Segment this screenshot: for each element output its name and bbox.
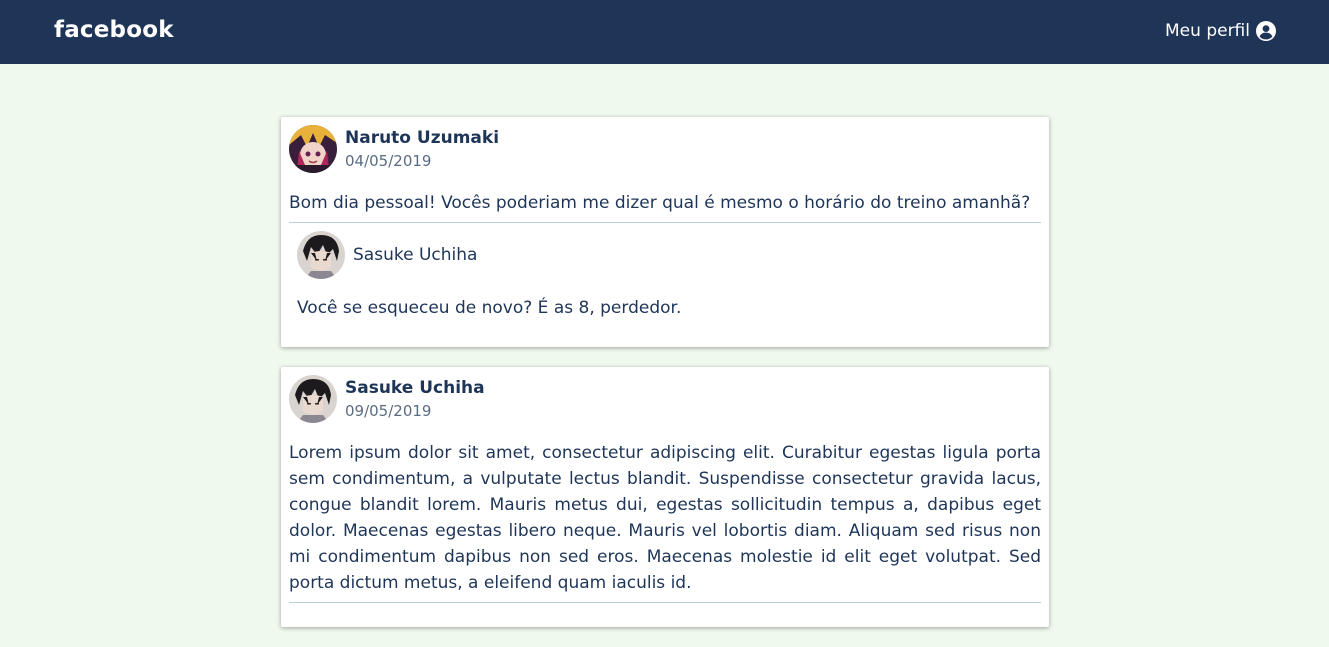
comment: Sasuke Uchiha Você se esqueceu de novo? … — [289, 223, 1041, 320]
author-info: Sasuke Uchiha 09/05/2019 — [345, 376, 485, 422]
author-name[interactable]: Naruto Uzumaki — [345, 126, 499, 150]
profile-label: Meu perfil — [1165, 21, 1250, 41]
comment-author-avatar[interactable] — [297, 231, 345, 279]
post-text: Lorem ipsum dolor sit amet, consectetur … — [289, 440, 1041, 603]
post-card: Naruto Uzumaki 04/05/2019 Bom dia pessoa… — [281, 117, 1049, 347]
profile-link[interactable]: Meu perfil — [1165, 21, 1276, 41]
author-info: Naruto Uzumaki 04/05/2019 — [345, 126, 499, 172]
post-header: Sasuke Uchiha 09/05/2019 — [289, 375, 1041, 423]
post-date: 09/05/2019 — [345, 402, 432, 420]
author-avatar[interactable] — [289, 375, 337, 423]
comment-header: Sasuke Uchiha — [297, 231, 1033, 279]
post-card: Sasuke Uchiha 09/05/2019 Lorem ipsum dol… — [281, 367, 1049, 627]
top-navbar: facebook Meu perfil — [0, 0, 1329, 64]
post-header: Naruto Uzumaki 04/05/2019 — [289, 125, 1041, 173]
brand-logo[interactable]: facebook — [54, 17, 174, 43]
comment-text: Você se esqueceu de novo? É as 8, perded… — [297, 298, 682, 318]
post-feed: Naruto Uzumaki 04/05/2019 Bom dia pessoa… — [281, 117, 1049, 647]
author-avatar[interactable] — [289, 125, 337, 173]
post-text: Bom dia pessoal! Vocês poderiam me dizer… — [289, 190, 1041, 223]
author-name[interactable]: Sasuke Uchiha — [345, 376, 485, 400]
comment-author[interactable]: Sasuke Uchiha — [353, 245, 477, 265]
post-date: 04/05/2019 — [345, 152, 432, 170]
user-circle-icon — [1256, 21, 1276, 41]
